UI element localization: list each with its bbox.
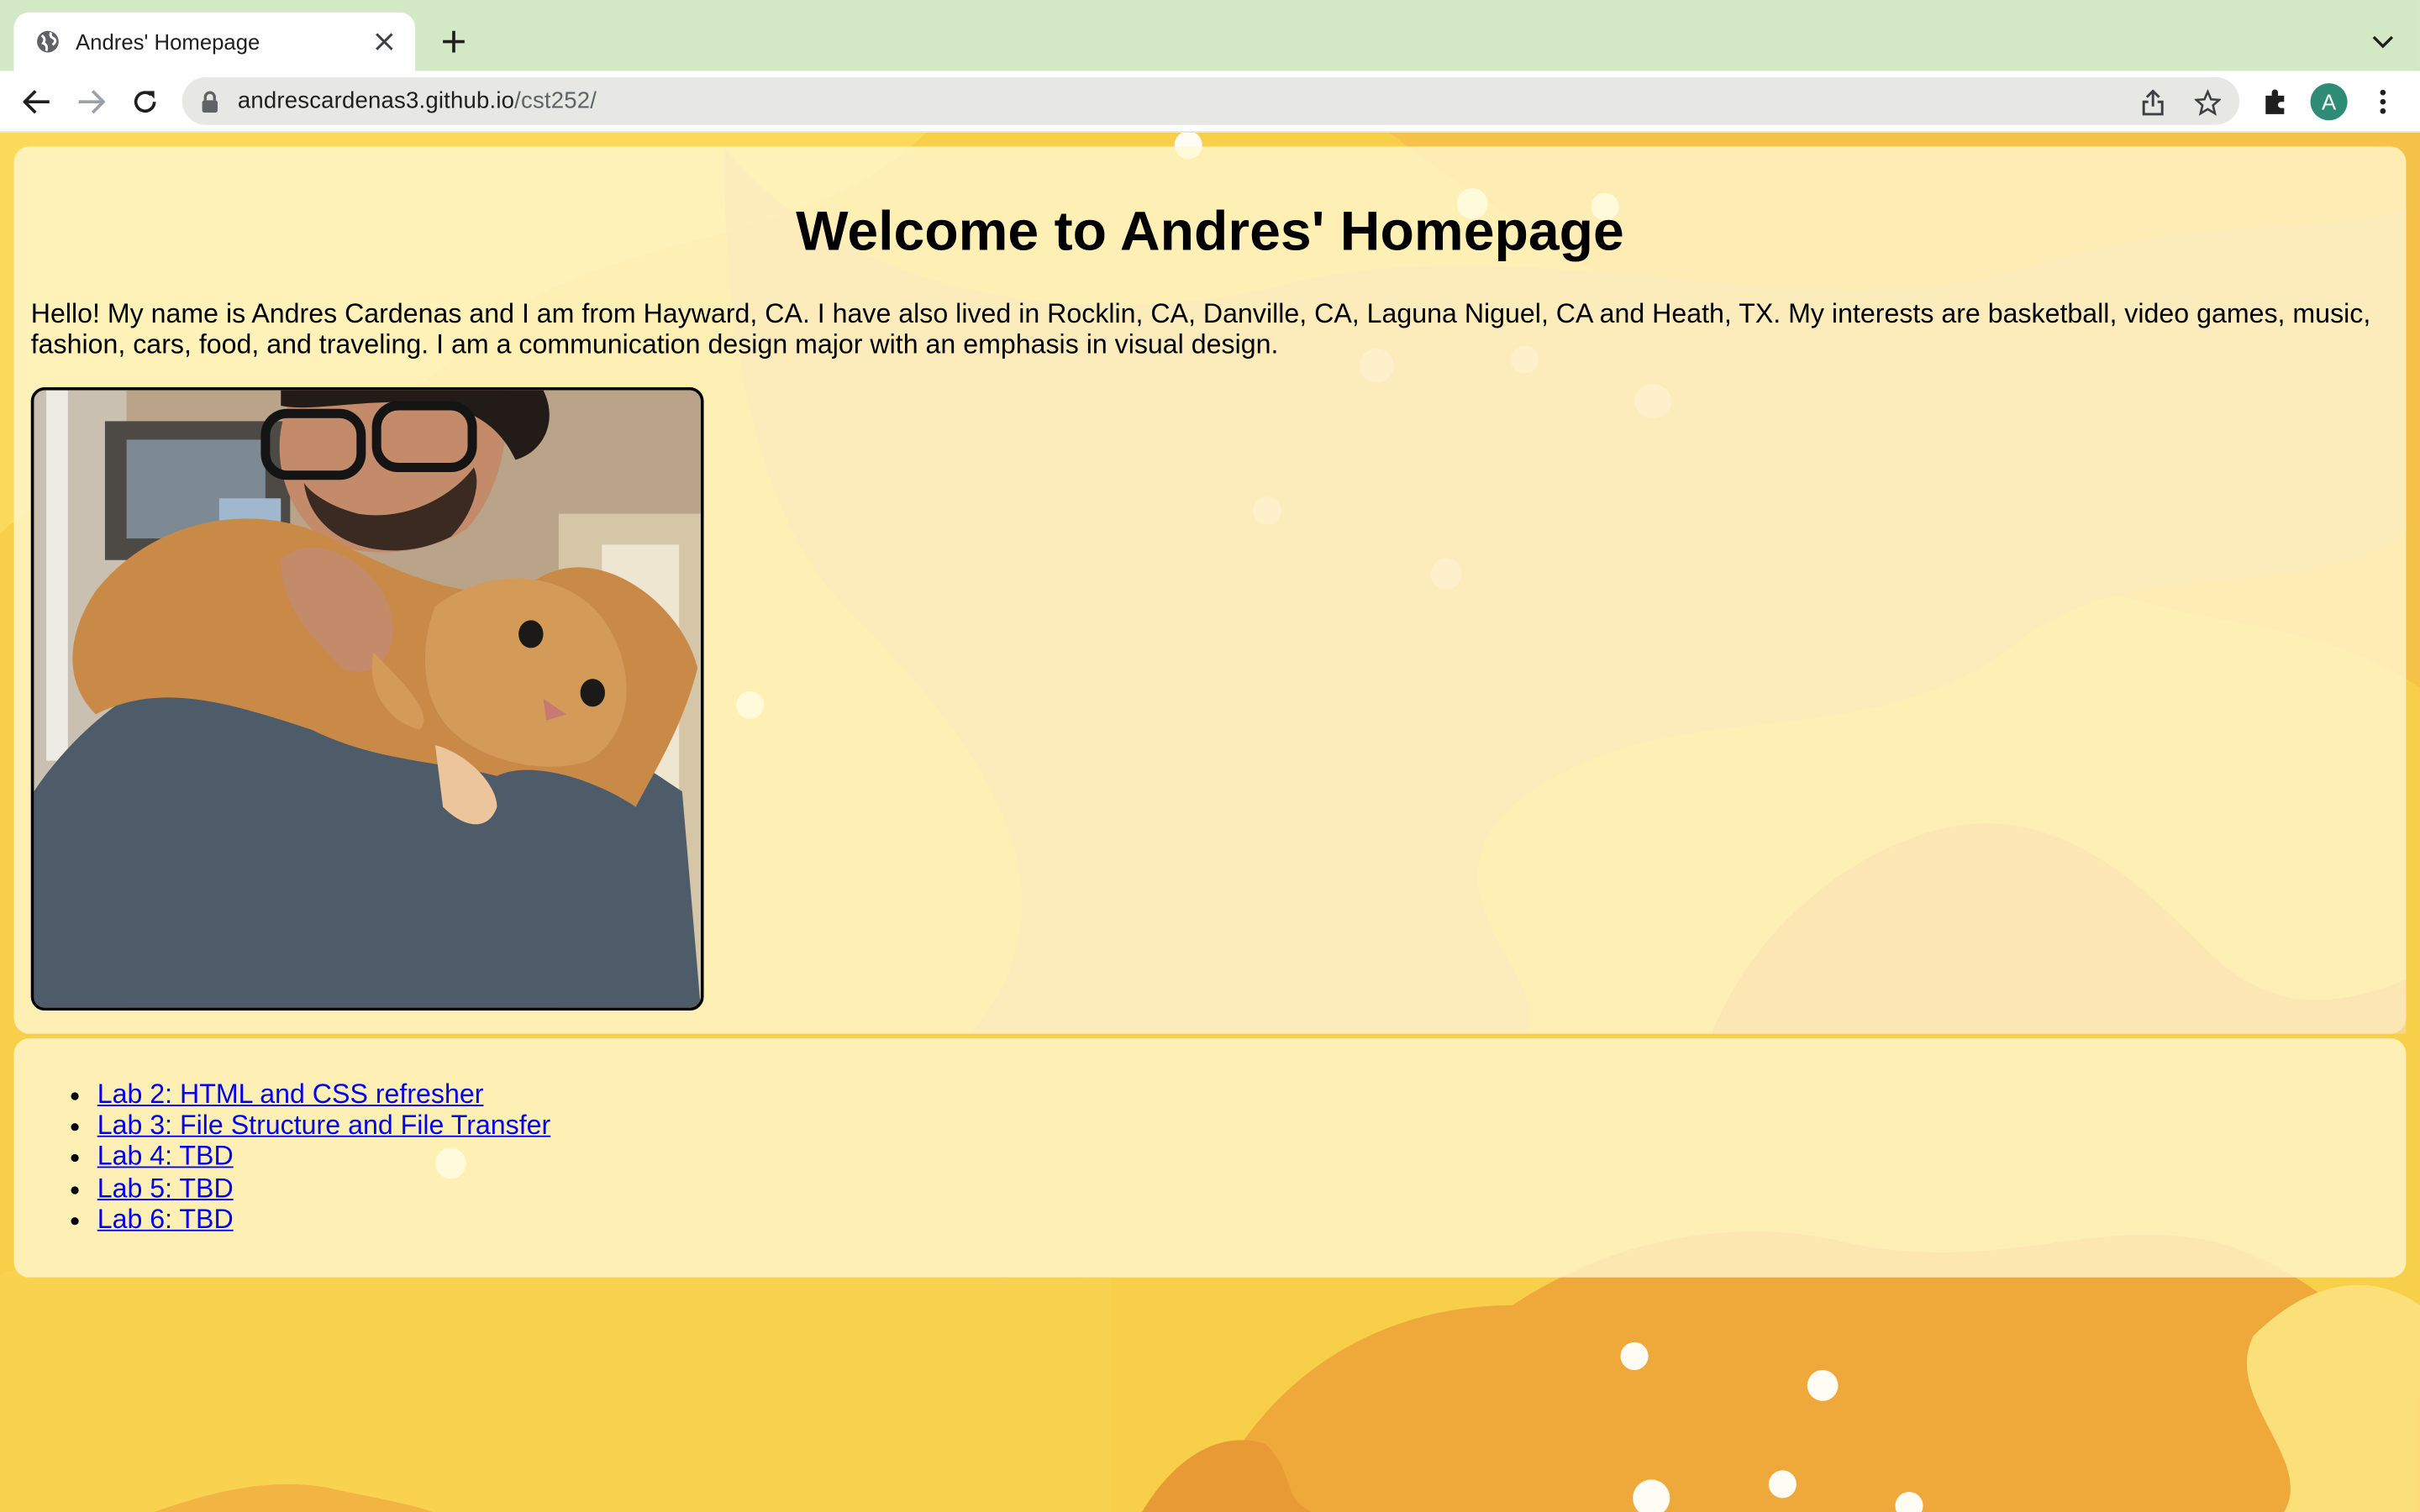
star-icon[interactable] (2191, 87, 2223, 118)
page-title: Welcome to Andres' Homepage (796, 198, 1624, 263)
browser-toolbar: andrescardenas3.github.io/cst252/ A (0, 71, 2420, 133)
kebab-menu-icon[interactable] (2365, 83, 2402, 120)
list-item: Lab 6: TBD (97, 1203, 551, 1234)
lab-3-link[interactable]: Lab 3: File Structure and File Transfer (97, 1110, 551, 1141)
reload-icon[interactable] (127, 83, 164, 120)
chevron-down-icon[interactable] (2367, 26, 2398, 57)
lab-links-list: Lab 2: HTML and CSS refresher Lab 3: Fil… (97, 1079, 551, 1235)
plus-icon[interactable] (437, 24, 471, 58)
list-item: Lab 4: TBD (97, 1141, 551, 1172)
page-viewport[interactable]: Welcome to Andres' Homepage Hello! My na… (0, 132, 2420, 1512)
browser-window: Andres' Homepage andrescardenas3.github.… (0, 0, 2420, 1512)
intro-paragraph: Hello! My name is Andres Cardenas and I … (30, 297, 2371, 360)
globe-icon (35, 29, 60, 54)
url-text[interactable]: andrescardenas3.github.io/cst252/ (238, 88, 597, 114)
tab-strip: Andres' Homepage (0, 0, 2420, 71)
close-icon[interactable] (372, 29, 397, 54)
share-icon[interactable] (2138, 87, 2169, 118)
back-arrow-icon[interactable] (18, 83, 55, 120)
extensions-icon[interactable] (2256, 83, 2293, 120)
tab-andres-homepage[interactable]: Andres' Homepage (13, 12, 416, 71)
lab-4-link[interactable]: Lab 4: TBD (97, 1141, 234, 1172)
url-host: andrescardenas3.github.io (237, 87, 515, 114)
lab-5-link[interactable]: Lab 5: TBD (97, 1172, 234, 1203)
photo-man-holding-cat (34, 390, 701, 1008)
content-card: Welcome to Andres' Homepage Hello! My na… (13, 146, 2407, 1034)
links-card: Lab 2: HTML and CSS refresher Lab 3: Fil… (13, 1038, 2407, 1278)
address-bar[interactable]: andrescardenas3.github.io/cst252/ (182, 76, 2240, 125)
lab-6-link[interactable]: Lab 6: TBD (97, 1203, 234, 1234)
forward-arrow-icon[interactable] (72, 83, 109, 120)
profile-photo (30, 387, 704, 1011)
list-item: Lab 2: HTML and CSS refresher (97, 1079, 551, 1110)
lock-icon[interactable] (201, 90, 223, 113)
list-item: Lab 5: TBD (97, 1172, 551, 1203)
lab-2-link[interactable]: Lab 2: HTML and CSS refresher (97, 1079, 484, 1110)
avatar[interactable]: A (2310, 83, 2348, 121)
tab-title: Andres' Homepage (75, 29, 260, 55)
url-path: /cst252/ (514, 87, 597, 114)
list-item: Lab 3: File Structure and File Transfer (97, 1110, 551, 1141)
